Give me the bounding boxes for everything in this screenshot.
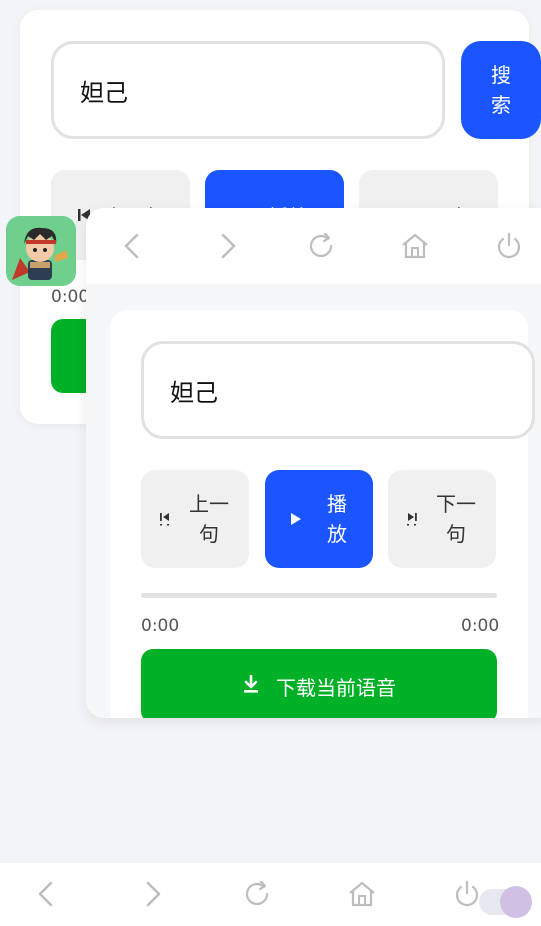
- search-button-label: 搜索: [491, 63, 511, 117]
- download-label: 下载当前语音: [276, 675, 396, 700]
- search-input-value: 妲己: [170, 378, 218, 407]
- progress-bar[interactable]: [141, 593, 497, 598]
- download-icon: [242, 674, 260, 698]
- prev-label: 上一句: [189, 492, 229, 546]
- play-icon: [290, 507, 302, 531]
- refresh-icon[interactable]: [237, 874, 277, 914]
- forward-icon[interactable]: [207, 226, 247, 266]
- play-button[interactable]: 播放: [265, 470, 373, 568]
- home-icon[interactable]: [342, 874, 382, 914]
- search-input[interactable]: 妲己: [51, 41, 445, 139]
- download-button[interactable]: 下载当前语音: [141, 649, 497, 718]
- forward-icon[interactable]: [132, 874, 172, 914]
- bottom-nav-bar: [0, 863, 541, 926]
- search-button[interactable]: 搜索: [461, 41, 541, 139]
- next-label: 下一句: [436, 492, 476, 546]
- floating-browser-panel: 妲己 上一句 播放 下一句 0:00 0:00 下载当前语音: [86, 208, 541, 718]
- floating-avatar[interactable]: [6, 216, 76, 286]
- toggle-knob[interactable]: [500, 886, 532, 918]
- play-label: 播放: [327, 492, 347, 546]
- refresh-icon[interactable]: [301, 226, 341, 266]
- time-start: 0:00: [51, 287, 90, 307]
- time-start: 0:00: [141, 616, 180, 636]
- front-player-card: 妲己 上一句 播放 下一句 0:00 0:00 下载当前语音: [110, 310, 535, 718]
- power-icon[interactable]: [489, 226, 529, 266]
- back-icon[interactable]: [113, 226, 153, 266]
- prev-icon: [160, 507, 170, 531]
- back-icon[interactable]: [27, 874, 67, 914]
- search-input[interactable]: 妲己: [141, 341, 535, 439]
- next-button[interactable]: 下一句: [388, 470, 496, 568]
- panel-nav-bar: [86, 208, 541, 284]
- time-end: 0:00: [461, 616, 500, 636]
- prev-button[interactable]: 上一句: [141, 470, 249, 568]
- character-avatar-image: [6, 216, 76, 286]
- next-icon: [407, 507, 417, 531]
- home-icon[interactable]: [395, 226, 435, 266]
- search-input-value: 妲己: [80, 78, 128, 107]
